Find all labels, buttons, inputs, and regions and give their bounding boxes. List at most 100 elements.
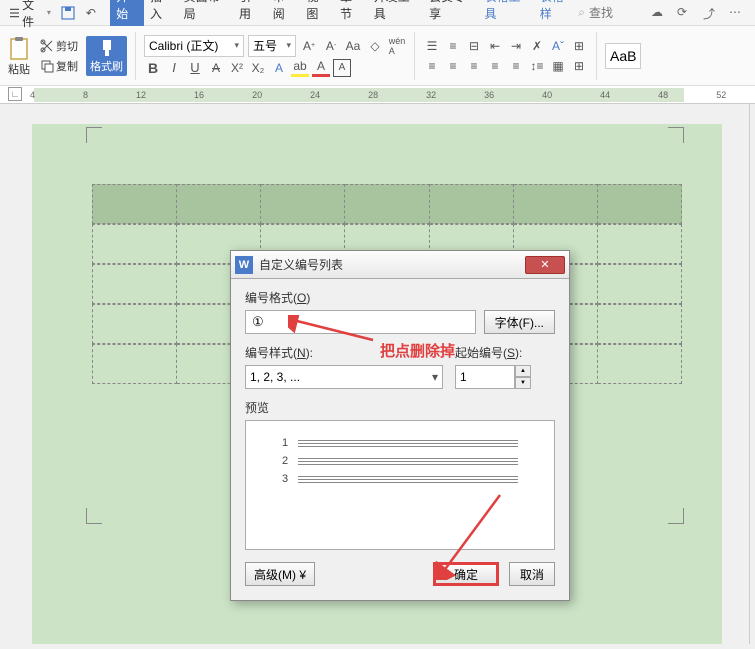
bullets-button[interactable]: ☰: [423, 37, 441, 55]
format-painter-label: 格式刷: [90, 58, 123, 74]
tab-layout[interactable]: 页面布局: [178, 0, 233, 26]
paste-button[interactable]: 粘贴: [6, 35, 32, 77]
ok-button[interactable]: 确定: [433, 562, 499, 586]
multilevel-button[interactable]: ⊟: [465, 37, 483, 55]
tab-home[interactable]: 开始: [110, 0, 144, 26]
line-spacing-button[interactable]: ↕≡: [528, 57, 546, 75]
tab-sections[interactable]: 章节: [334, 0, 368, 26]
tab-stop-marker[interactable]: ∟: [8, 87, 22, 101]
margin-corner-tl: [86, 127, 102, 143]
tab-view[interactable]: 视图: [300, 0, 334, 26]
search-box[interactable]: ⌕: [578, 5, 639, 20]
dialog-title-text: 自定义编号列表: [259, 256, 343, 273]
phonetic-icon[interactable]: wénA: [388, 37, 406, 55]
tab-settings-button[interactable]: ⊞: [570, 37, 588, 55]
font-family-select[interactable]: Calibri (正文): [144, 35, 244, 57]
margin-corner-br: [668, 508, 684, 524]
table-row[interactable]: [92, 184, 682, 224]
ribbon: 粘贴 剪切 复制 格式刷 Calibri (正文) 五号 A+ A- Aa ◇ …: [0, 26, 755, 86]
increase-indent-button[interactable]: ⇥: [507, 37, 525, 55]
clear-format-icon[interactable]: ◇: [366, 37, 384, 55]
align-justify-button[interactable]: ≡: [486, 57, 504, 75]
spinner-up-button[interactable]: ▲: [515, 365, 531, 377]
qat-save-icon[interactable]: [60, 4, 77, 22]
numbering-button[interactable]: ≡: [444, 37, 462, 55]
dialog-footer: 高级(M) ¥ 确定 取消: [245, 562, 555, 590]
number-format-input[interactable]: [245, 310, 476, 334]
dialog-titlebar[interactable]: W 自定义编号列表 ✕: [231, 251, 569, 279]
hamburger-icon: [10, 8, 19, 18]
underline-button[interactable]: U: [186, 59, 204, 77]
ruler-marks: 48121620242832364044485256: [30, 90, 755, 100]
file-menu[interactable]: 文件 ▾: [4, 0, 57, 32]
preview-label: 预览: [245, 399, 555, 416]
share-icon[interactable]: ⤴: [703, 5, 719, 21]
more-icon[interactable]: ⋯: [729, 5, 745, 21]
bold-button[interactable]: B: [144, 59, 162, 77]
font-button[interactable]: 字体(F)...: [484, 310, 555, 334]
text-effects-button[interactable]: A: [270, 59, 288, 77]
advanced-button[interactable]: 高级(M) ¥: [245, 562, 315, 586]
horizontal-ruler[interactable]: ∟ 48121620242832364044485256: [0, 86, 755, 104]
tab-member[interactable]: 会员专享: [423, 0, 478, 26]
distribute-button[interactable]: ≡: [507, 57, 525, 75]
font-color-button[interactable]: A: [312, 59, 330, 77]
copy-icon: [40, 59, 54, 73]
tab-insert[interactable]: 插入: [144, 0, 178, 26]
tab-review[interactable]: 审阅: [267, 0, 301, 26]
margin-corner-bl: [86, 508, 102, 524]
tab-developer[interactable]: 开发工具: [368, 0, 423, 26]
qat-undo-icon[interactable]: ↶: [83, 4, 100, 22]
cut-button[interactable]: 剪切: [38, 37, 80, 55]
superscript-button[interactable]: X²: [228, 59, 246, 77]
align-center-button[interactable]: ≡: [444, 57, 462, 75]
shading-button[interactable]: ▦: [549, 57, 567, 75]
italic-button[interactable]: I: [165, 59, 183, 77]
right-sidebar-edge: [749, 104, 755, 644]
copy-button[interactable]: 复制: [38, 57, 80, 75]
font-size-select[interactable]: 五号: [248, 35, 296, 57]
tab-table-style[interactable]: 表格样: [534, 0, 579, 26]
align-right-button[interactable]: ≡: [465, 57, 483, 75]
preview-box: 1 2 3: [245, 420, 555, 550]
tab-references[interactable]: 引用: [233, 0, 267, 26]
start-number-input[interactable]: [455, 365, 515, 389]
style-gallery[interactable]: AaB: [605, 43, 641, 69]
number-style-select[interactable]: 1, 2, 3, ...: [245, 365, 443, 389]
increase-font-icon[interactable]: A+: [300, 37, 318, 55]
show-marks-button[interactable]: Aˇ: [549, 37, 567, 55]
start-number-spinner[interactable]: ▲ ▼: [455, 365, 555, 389]
close-button[interactable]: ✕: [525, 256, 565, 274]
char-border-button[interactable]: A: [333, 59, 351, 77]
style-label: 编号样式(N):: [245, 344, 443, 361]
search-icon: ⌕: [578, 5, 585, 20]
top-right-icons: ☁ ⟳ ⤴ ⋯: [651, 5, 745, 21]
brush-icon: [97, 38, 117, 58]
tab-table-tools[interactable]: 表格工具: [478, 0, 533, 26]
format-painter-button[interactable]: 格式刷: [86, 36, 127, 76]
decrease-indent-button[interactable]: ⇤: [486, 37, 504, 55]
sort-button[interactable]: ✗: [528, 37, 546, 55]
decrease-font-icon[interactable]: A-: [322, 37, 340, 55]
subscript-button[interactable]: X₂: [249, 59, 267, 77]
cancel-button[interactable]: 取消: [509, 562, 555, 586]
spinner-down-button[interactable]: ▼: [515, 377, 531, 389]
cloud-icon[interactable]: ☁: [651, 5, 667, 21]
chevron-down-icon: ▾: [47, 8, 51, 17]
borders-button[interactable]: ⊞: [570, 57, 588, 75]
search-input[interactable]: [589, 6, 639, 20]
margin-corner-tr: [668, 127, 684, 143]
dialog-body: 编号格式(O) 字体(F)... 编号样式(N): 1, 2, 3, ... 起…: [231, 279, 569, 600]
menu-bar: 文件 ▾ ↶ 开始 插入 页面布局 引用 审阅 视图 章节 开发工具 会员专享 …: [0, 0, 755, 26]
format-label: 编号格式(O): [245, 289, 555, 306]
app-icon: W: [235, 256, 253, 274]
scissors-icon: [40, 39, 54, 53]
change-case-icon[interactable]: Aa: [344, 37, 362, 55]
align-left-button[interactable]: ≡: [423, 57, 441, 75]
file-menu-label: 文件: [22, 0, 44, 30]
strike-button[interactable]: A: [207, 59, 225, 77]
clipboard-icon: [6, 35, 32, 61]
start-label: 起始编号(S):: [455, 344, 555, 361]
sync-icon[interactable]: ⟳: [677, 5, 693, 21]
highlight-button[interactable]: ab: [291, 59, 309, 77]
